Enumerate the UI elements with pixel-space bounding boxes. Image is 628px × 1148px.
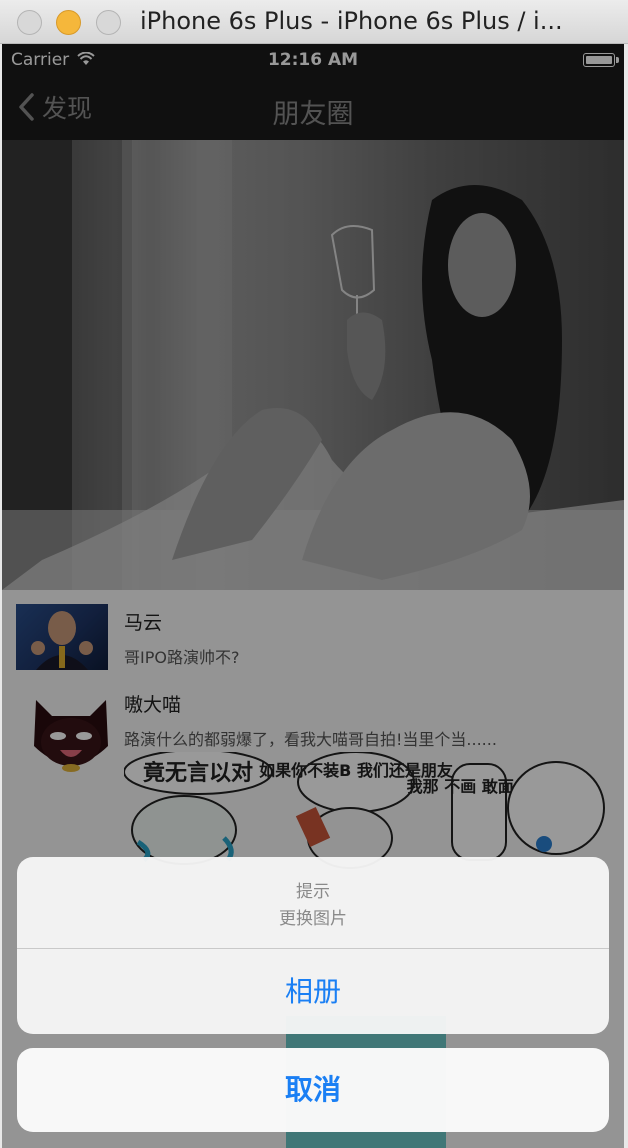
action-sheet-message: 更换图片 (279, 909, 347, 929)
action-sheet-header: 提示 更换图片 (17, 857, 609, 949)
action-sheet: 提示 更换图片 相册 (17, 857, 609, 1034)
window-close-button[interactable] (17, 10, 42, 35)
simulator-titlebar: iPhone 6s Plus - iPhone 6s Plus / i... (0, 0, 628, 44)
window-title: iPhone 6s Plus - iPhone 6s Plus / i... (140, 7, 563, 35)
photo-album-button[interactable]: 相册 (17, 950, 609, 1034)
window-zoom-button[interactable] (96, 10, 121, 35)
window-minimize-button[interactable] (56, 10, 81, 35)
action-sheet-title: 提示 (296, 882, 330, 902)
phone-screen: Carrier 12:16 AM 发现 朋友圈 马云 哥IPO路演帅不? 嗷大喵… (2, 44, 624, 1148)
cancel-button[interactable]: 取消 (17, 1048, 609, 1132)
